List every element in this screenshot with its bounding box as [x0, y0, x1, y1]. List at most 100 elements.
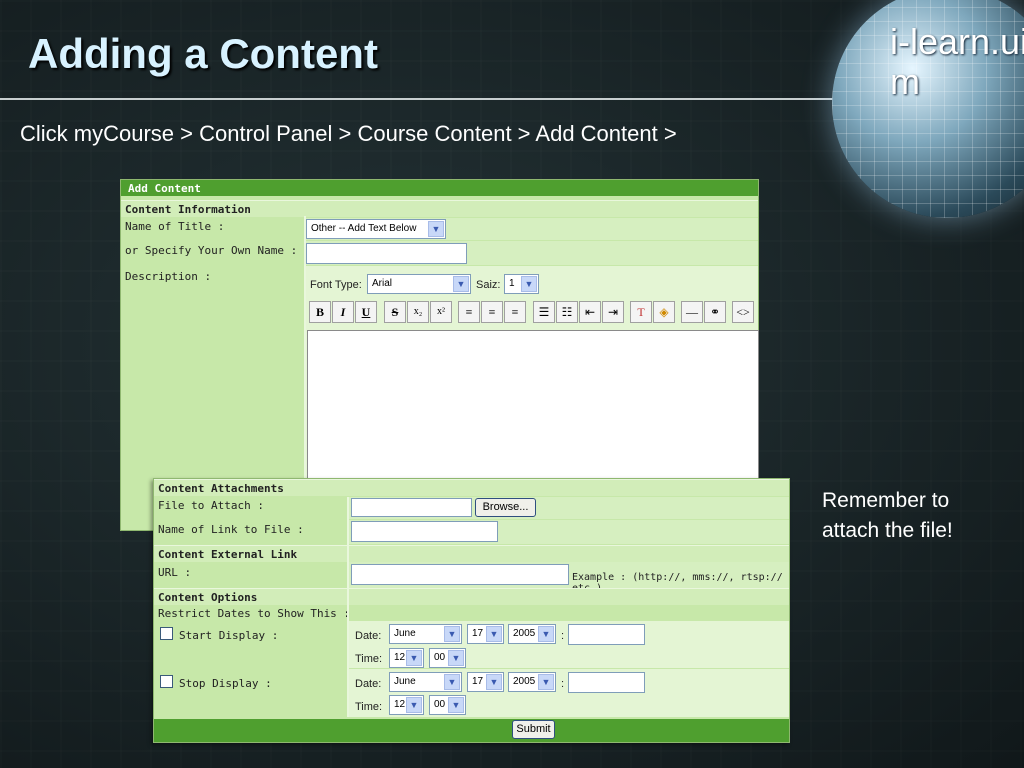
- name-of-title-select[interactable]: Other -- Add Text Below ▼: [306, 219, 446, 239]
- start-year-select[interactable]: 2005 ▼: [508, 624, 556, 644]
- start-date-input[interactable]: [568, 624, 645, 645]
- start-display-label: Start Display :: [179, 629, 279, 642]
- chevron-down-icon[interactable]: ▼: [428, 221, 444, 237]
- align-right-icon[interactable]: ≡: [504, 301, 526, 323]
- chevron-down-icon[interactable]: ▼: [444, 626, 460, 642]
- reminder-line-1: Remember to: [822, 489, 950, 512]
- stop-display-checkbox[interactable]: [160, 675, 173, 688]
- start-month-select[interactable]: June ▼: [389, 624, 462, 644]
- chevron-down-icon[interactable]: ▼: [406, 650, 422, 666]
- stop-date-label: Date:: [355, 678, 382, 690]
- add-content-header: Add Content: [121, 180, 758, 196]
- stop-minute-select[interactable]: 00 ▼: [429, 695, 466, 715]
- editor-toolbar: B I U S x₂ x² ≡ ≡ ≡ ☰ ☷ ⇤ ⇥ T ◈ — ⚭ <>: [307, 301, 759, 325]
- stop-day-select[interactable]: 17 ▼: [467, 672, 504, 692]
- start-date-colon: :: [561, 630, 565, 642]
- link-name-label: Name of Link to File :: [158, 523, 304, 536]
- outdent-icon[interactable]: ⇤: [579, 301, 601, 323]
- start-time-label: Time:: [355, 653, 383, 665]
- highlight-color-icon[interactable]: ◈: [653, 301, 675, 323]
- start-day-select[interactable]: 17 ▼: [467, 624, 504, 644]
- file-to-attach-label: File to Attach :: [158, 499, 264, 512]
- size-value: 1: [509, 278, 515, 289]
- font-type-value: Arial: [372, 278, 393, 289]
- url-label: URL :: [158, 566, 192, 579]
- title-divider: [0, 98, 840, 100]
- size-label: Saiz:: [476, 279, 501, 291]
- stop-time-label: Time:: [355, 701, 383, 713]
- content-options-panel: Content Attachments File to Attach : Bro…: [153, 478, 790, 743]
- name-of-title-value: Other -- Add Text Below: [311, 223, 417, 234]
- chevron-down-icon[interactable]: ▼: [538, 626, 554, 642]
- reminder-line-2: attach the file!: [822, 519, 953, 542]
- restrict-dates-label: Restrict Dates to Show This :: [158, 607, 351, 620]
- stop-day-value: 17: [472, 676, 484, 687]
- chevron-down-icon[interactable]: ▼: [486, 626, 502, 642]
- text-color-icon[interactable]: T: [630, 301, 652, 323]
- bold-button[interactable]: B: [309, 301, 331, 323]
- external-link-header: Content External Link: [154, 545, 789, 562]
- submit-bar: [154, 719, 789, 742]
- font-type-select[interactable]: Arial ▼: [367, 274, 471, 294]
- start-hour-select[interactable]: 12 ▼: [389, 648, 424, 668]
- link-name-input[interactable]: [351, 521, 498, 542]
- chevron-down-icon[interactable]: ▼: [448, 650, 464, 666]
- own-name-input[interactable]: [306, 243, 467, 264]
- brand-text: i-learn.uitm: [890, 21, 1024, 102]
- chevron-down-icon[interactable]: ▼: [448, 697, 464, 713]
- subscript-button[interactable]: x₂: [407, 301, 429, 323]
- stop-date-colon: :: [561, 678, 565, 690]
- start-year-value: 2005: [513, 628, 536, 639]
- start-hour-value: 12: [394, 652, 406, 663]
- superscript-button[interactable]: x²: [430, 301, 452, 323]
- stop-minute-value: 00: [434, 699, 446, 710]
- stop-display-label: Stop Display :: [179, 677, 272, 690]
- numbered-list-icon[interactable]: ☰: [533, 301, 555, 323]
- indent-icon[interactable]: ⇥: [602, 301, 624, 323]
- bullet-list-icon[interactable]: ☷: [556, 301, 578, 323]
- submit-button[interactable]: Submit: [512, 720, 555, 739]
- description-label: Description :: [125, 270, 212, 283]
- stop-month-value: June: [394, 676, 416, 687]
- slide-title: Adding a Content: [28, 30, 378, 77]
- start-month-value: June: [394, 628, 416, 639]
- stop-hour-select[interactable]: 12 ▼: [389, 695, 424, 715]
- file-to-attach-input[interactable]: [351, 498, 472, 517]
- chevron-down-icon[interactable]: ▼: [486, 674, 502, 690]
- align-left-icon[interactable]: ≡: [458, 301, 480, 323]
- start-day-value: 17: [472, 628, 484, 639]
- source-code-button[interactable]: <>: [732, 301, 754, 323]
- chevron-down-icon[interactable]: ▼: [521, 276, 537, 292]
- reminder-note: Remember to attach the file!: [822, 486, 953, 546]
- content-information-header: Content Information: [121, 200, 758, 217]
- start-date-label: Date:: [355, 630, 382, 642]
- size-select[interactable]: 1 ▼: [504, 274, 539, 294]
- content-attachments-header: Content Attachments: [154, 479, 789, 496]
- column-divider: [347, 497, 349, 717]
- start-minute-select[interactable]: 00 ▼: [429, 648, 466, 668]
- content-options-header: Content Options: [154, 588, 789, 605]
- stop-month-select[interactable]: June ▼: [389, 672, 462, 692]
- font-type-label: Font Type:: [310, 279, 362, 291]
- url-input[interactable]: [351, 564, 569, 585]
- align-center-icon[interactable]: ≡: [481, 301, 503, 323]
- chevron-down-icon[interactable]: ▼: [406, 697, 422, 713]
- link-button[interactable]: ⚭: [704, 301, 726, 323]
- breadcrumb: Click myCourse > Control Panel > Course …: [20, 121, 677, 146]
- own-name-label: or Specify Your Own Name :: [125, 244, 298, 257]
- chevron-down-icon[interactable]: ▼: [453, 276, 469, 292]
- stop-date-input[interactable]: [568, 672, 645, 693]
- name-of-title-label: Name of Title :: [125, 220, 225, 233]
- browse-button[interactable]: Browse...: [475, 498, 536, 517]
- start-minute-value: 00: [434, 652, 446, 663]
- chevron-down-icon[interactable]: ▼: [444, 674, 460, 690]
- stop-hour-value: 12: [394, 699, 406, 710]
- strikethrough-button[interactable]: S: [384, 301, 406, 323]
- stop-year-value: 2005: [513, 676, 536, 687]
- underline-button[interactable]: U: [355, 301, 377, 323]
- start-display-checkbox[interactable]: [160, 627, 173, 640]
- chevron-down-icon[interactable]: ▼: [538, 674, 554, 690]
- horizontal-rule-button[interactable]: —: [681, 301, 703, 323]
- italic-button[interactable]: I: [332, 301, 354, 323]
- stop-year-select[interactable]: 2005 ▼: [508, 672, 556, 692]
